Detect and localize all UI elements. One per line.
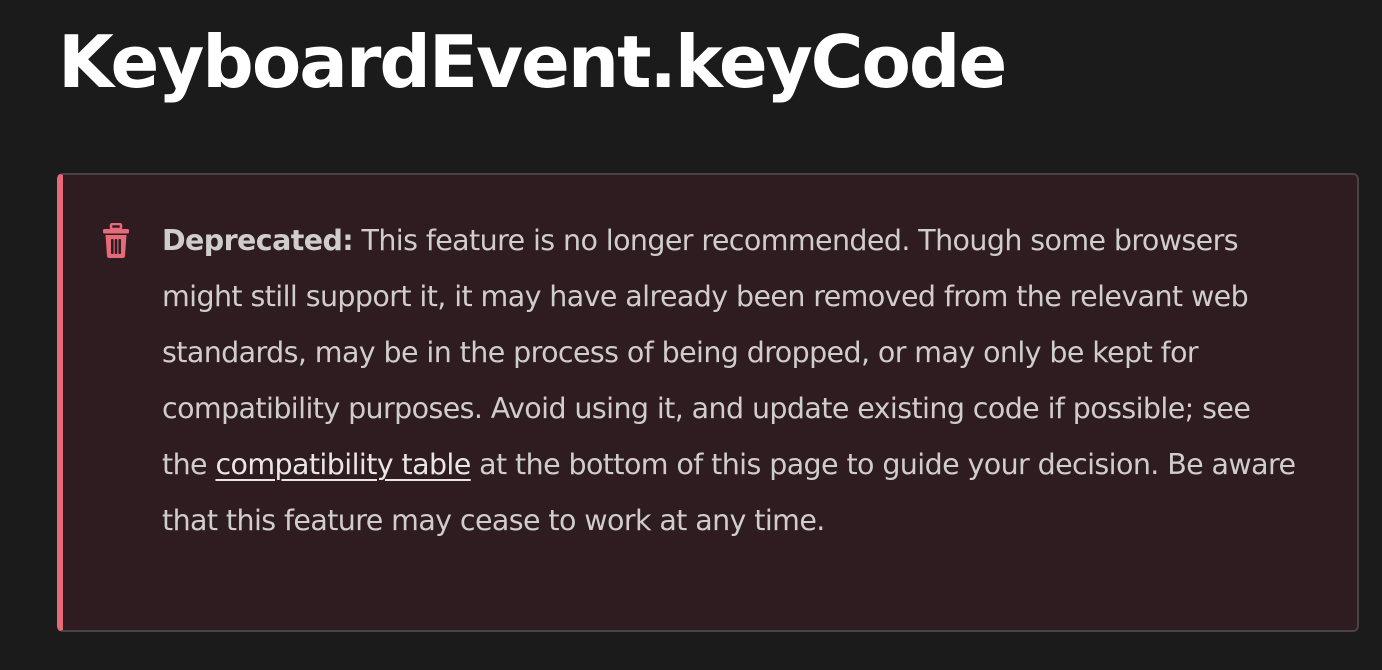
message-text-before-link: This feature is no longer recommended. T… [162, 224, 1251, 481]
page: KeyboardEvent.keyCode Deprecated: This f… [0, 0, 1382, 670]
page-title: KeyboardEvent.keyCode [58, 20, 1007, 104]
trash-icon [101, 222, 131, 259]
compatibility-table-link[interactable]: compatibility table [215, 448, 471, 481]
deprecated-label: Deprecated: [162, 224, 354, 257]
deprecated-notecard: Deprecated: This feature is no longer re… [57, 173, 1359, 632]
deprecation-message: Deprecated: This feature is no longer re… [162, 213, 1302, 549]
